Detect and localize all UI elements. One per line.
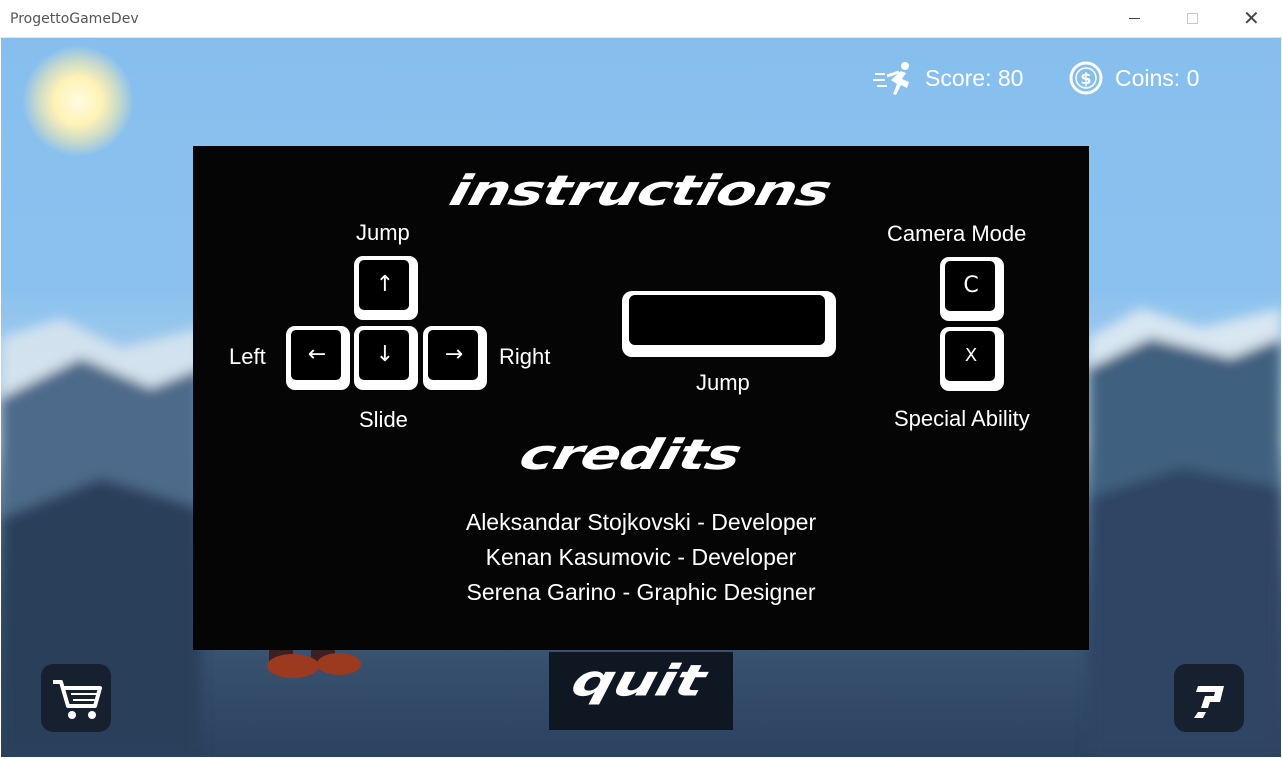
shop-button[interactable] [41, 664, 111, 732]
close-icon: ✕ [1243, 6, 1260, 30]
slide-label: Slide [359, 407, 408, 432]
down-arrow-icon: ↓ [375, 342, 395, 367]
credit-line-1: Aleksandar Stojkovski - Developer [465, 509, 817, 535]
dollar-coin-icon: $ [1069, 61, 1103, 95]
camera-key: C [940, 257, 1004, 321]
running-man-icon [873, 62, 909, 95]
left-arrow-key: ← [286, 326, 350, 390]
minimize-button[interactable] [1105, 0, 1163, 38]
right-label: Right [499, 344, 551, 369]
right-arrow-key: → [423, 326, 487, 390]
jump-label: Jump [356, 220, 410, 245]
score-text: Score: 80 [925, 65, 1024, 91]
shopping-cart-icon [53, 680, 102, 719]
minimize-icon [1129, 18, 1140, 19]
question-mark-icon [1194, 686, 1224, 718]
up-arrow-icon: ↑ [375, 272, 395, 297]
instructions-heading: instructions [444, 166, 836, 215]
space-jump-label: Jump [696, 370, 750, 395]
close-button[interactable]: ✕ [1221, 0, 1279, 38]
special-key-letter: X [964, 345, 978, 366]
left-label: Left [229, 344, 266, 369]
instructions-panel: instructions Jump ↑ Left ← ↓ → Right Sli… [193, 146, 1089, 650]
special-ability-label: Special Ability [894, 406, 1030, 431]
maximize-icon [1187, 13, 1198, 24]
special-ability-key: X [940, 327, 1004, 391]
space-key [622, 291, 836, 357]
camera-mode-label: Camera Mode [887, 221, 1027, 246]
quit-button[interactable]: quit [549, 652, 733, 730]
credits-heading: credits [514, 430, 746, 479]
camera-key-letter: C [963, 273, 979, 298]
credit-line-3: Serena Garino - Graphic Designer [466, 579, 816, 605]
help-button[interactable] [1174, 664, 1244, 732]
maximize-button[interactable] [1163, 0, 1221, 38]
quit-label: quit [566, 656, 710, 707]
svg-text:$: $ [1080, 69, 1091, 88]
window-titlebar: ProgettoGameDev ✕ [0, 0, 1282, 38]
up-arrow-key: ↑ [354, 256, 418, 320]
window-title: ProgettoGameDev [10, 11, 139, 27]
credit-line-2: Kenan Kasumovic - Developer [485, 544, 797, 570]
coins-text: Coins: 0 [1115, 65, 1200, 91]
right-arrow-icon: → [444, 342, 464, 367]
game-scene: Score: 80 $ Coins: 0 instructions Jump ↑… [1, 38, 1281, 757]
down-arrow-key: ↓ [354, 326, 418, 390]
left-arrow-icon: ← [307, 342, 327, 367]
